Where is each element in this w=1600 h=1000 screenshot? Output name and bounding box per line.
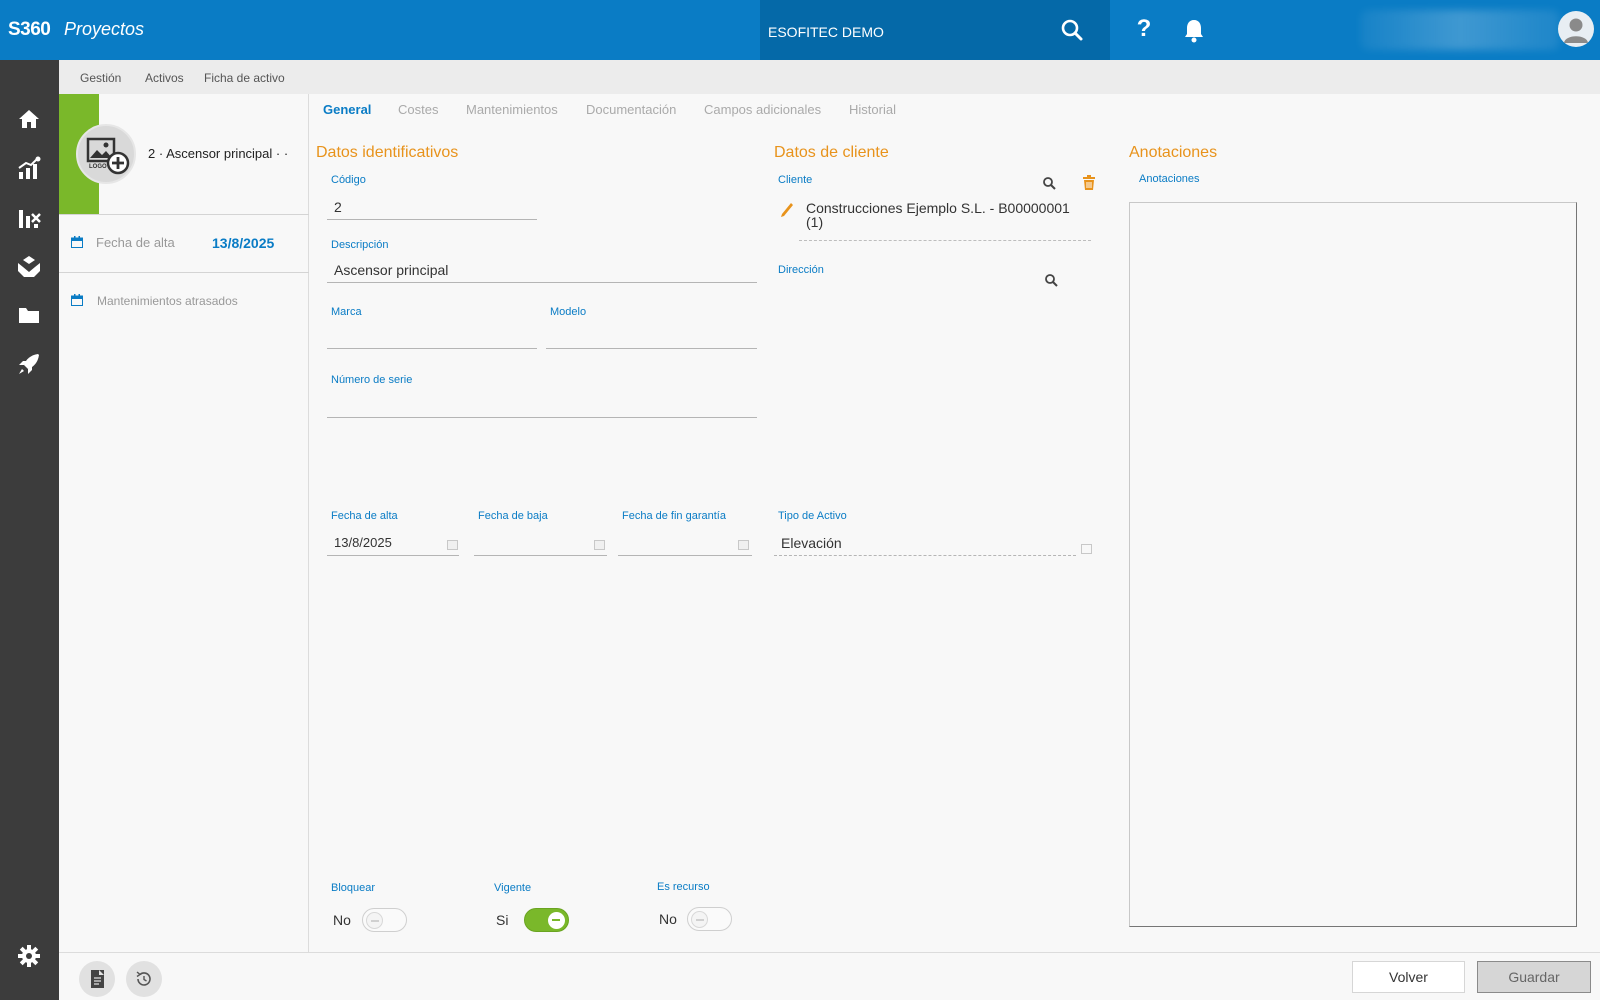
descripcion-input[interactable] xyxy=(327,257,757,283)
tab-mantenimientos[interactable]: Mantenimientos xyxy=(466,102,558,117)
hand-care-icon[interactable] xyxy=(16,253,42,279)
marca-input[interactable] xyxy=(327,323,537,349)
bloquear-state: No xyxy=(333,912,351,928)
summary-divider xyxy=(59,214,309,215)
minus-icon xyxy=(696,919,704,921)
fecha-alta-field-label: Fecha de alta xyxy=(331,510,398,522)
vigente-state: Si xyxy=(496,912,509,928)
calendar-icon[interactable] xyxy=(738,540,749,550)
report-icon[interactable] xyxy=(79,961,115,997)
checkbox-icon[interactable] xyxy=(1081,544,1092,554)
history-icon[interactable] xyxy=(126,961,162,997)
modelo-label: Modelo xyxy=(550,306,587,318)
anotaciones-textarea[interactable] xyxy=(1129,202,1577,927)
minus-icon xyxy=(371,920,379,922)
vigente-label: Vigente xyxy=(494,882,532,894)
left-navigation xyxy=(0,60,59,1000)
company-selector[interactable]: ESOFITEC DEMO xyxy=(760,0,1110,60)
calendar-icon[interactable] xyxy=(594,540,605,550)
codigo-input[interactable] xyxy=(327,194,537,220)
bell-icon[interactable] xyxy=(1182,16,1206,44)
rocket-icon[interactable] xyxy=(16,351,42,377)
asset-summary-panel: LOGO 2 · Ascensor principal · · Fecha de… xyxy=(59,94,309,952)
logo-upload-icon[interactable]: LOGO xyxy=(76,124,136,184)
calendar-icon xyxy=(71,294,83,306)
tipo-activo-label: Tipo de Activo xyxy=(778,510,847,522)
fecha-baja-input[interactable] xyxy=(474,530,607,556)
brand-logo[interactable]: S360 xyxy=(8,19,51,41)
asset-title: 2 · Ascensor principal · · xyxy=(148,146,289,161)
user-avatar-icon[interactable] xyxy=(1558,11,1594,47)
mantenimientos-atrasados-label[interactable]: Mantenimientos atrasados xyxy=(97,294,238,308)
tools-chart-icon[interactable] xyxy=(16,204,42,230)
guardar-button[interactable]: Guardar xyxy=(1477,961,1591,993)
search-icon[interactable] xyxy=(1042,176,1056,190)
anotaciones-label: Anotaciones xyxy=(1139,173,1200,185)
bloquear-label: Bloquear xyxy=(331,882,376,894)
bloquear-toggle[interactable] xyxy=(362,908,407,932)
toggle-knob xyxy=(691,911,708,928)
breadcrumb-ficha[interactable]: Ficha de activo xyxy=(204,71,285,85)
breadcrumb-gestion[interactable]: Gestión xyxy=(80,71,121,85)
minus-icon xyxy=(552,919,560,921)
search-icon[interactable] xyxy=(1058,16,1086,44)
tab-general[interactable]: General xyxy=(323,102,371,117)
section-datos-cliente: Datos de cliente xyxy=(774,144,889,161)
es-recurso-label: Es recurso xyxy=(657,881,710,893)
settings-icon[interactable] xyxy=(16,943,42,969)
tab-campos-adicionales[interactable]: Campos adicionales xyxy=(704,102,821,117)
direccion-label: Dirección xyxy=(778,264,824,276)
breadcrumb-activos[interactable]: Activos xyxy=(145,71,184,85)
search-icon[interactable] xyxy=(1044,273,1058,287)
es-recurso-toggle[interactable] xyxy=(687,907,732,931)
numero-serie-label: Número de serie xyxy=(331,374,413,386)
cliente-value[interactable]: Construcciones Ejemplo S.L. - B00000001 … xyxy=(806,201,1076,229)
company-name: ESOFITEC DEMO xyxy=(768,24,884,40)
volver-button[interactable]: Volver xyxy=(1352,961,1465,993)
fecha-alta-label: Fecha de alta xyxy=(96,235,175,250)
analytics-icon[interactable] xyxy=(16,155,42,181)
numero-serie-input[interactable] xyxy=(327,392,757,418)
tab-historial[interactable]: Historial xyxy=(849,102,896,117)
fecha-fin-garantia-label: Fecha de fin garantía xyxy=(622,510,726,522)
top-bar: S360 Proyectos ESOFITEC DEMO ? xyxy=(0,0,1600,60)
help-icon[interactable]: ? xyxy=(1132,15,1156,45)
trash-icon[interactable] xyxy=(1082,175,1096,190)
descripcion-label: Descripción xyxy=(331,239,389,251)
summary-divider xyxy=(59,272,309,273)
fecha-baja-label: Fecha de baja xyxy=(478,510,548,522)
cliente-underline xyxy=(799,240,1091,241)
module-name: Proyectos xyxy=(64,19,145,39)
fecha-alta-input[interactable] xyxy=(327,530,459,556)
tipo-activo-select[interactable] xyxy=(774,530,1076,556)
vigente-toggle[interactable] xyxy=(524,908,569,932)
footer-bar: Volver Guardar xyxy=(59,952,1600,1000)
user-name-blurred xyxy=(1360,10,1560,50)
tab-costes[interactable]: Costes xyxy=(398,102,438,117)
fecha-alta-value: 13/8/2025 xyxy=(212,235,275,251)
codigo-label: Código xyxy=(331,174,366,186)
folder-icon[interactable] xyxy=(16,302,42,328)
cliente-label: Cliente xyxy=(778,174,813,186)
calendar-icon[interactable] xyxy=(447,540,458,550)
fecha-fin-garantia-input[interactable] xyxy=(618,530,752,556)
tab-documentacion[interactable]: Documentación xyxy=(586,102,676,117)
calendar-icon xyxy=(71,236,83,248)
section-datos-identificativos: Datos identificativos xyxy=(316,144,459,161)
modelo-input[interactable] xyxy=(546,323,757,349)
home-icon[interactable] xyxy=(16,106,42,132)
breadcrumb: Gestión Activos Ficha de activo xyxy=(59,60,1600,94)
toggle-knob xyxy=(366,912,383,929)
pencil-icon[interactable] xyxy=(780,202,794,217)
logo-text: LOGO xyxy=(89,164,107,170)
es-recurso-state: No xyxy=(659,911,677,927)
marca-label: Marca xyxy=(331,306,362,318)
section-anotaciones: Anotaciones xyxy=(1129,144,1218,161)
toggle-knob xyxy=(548,912,565,929)
